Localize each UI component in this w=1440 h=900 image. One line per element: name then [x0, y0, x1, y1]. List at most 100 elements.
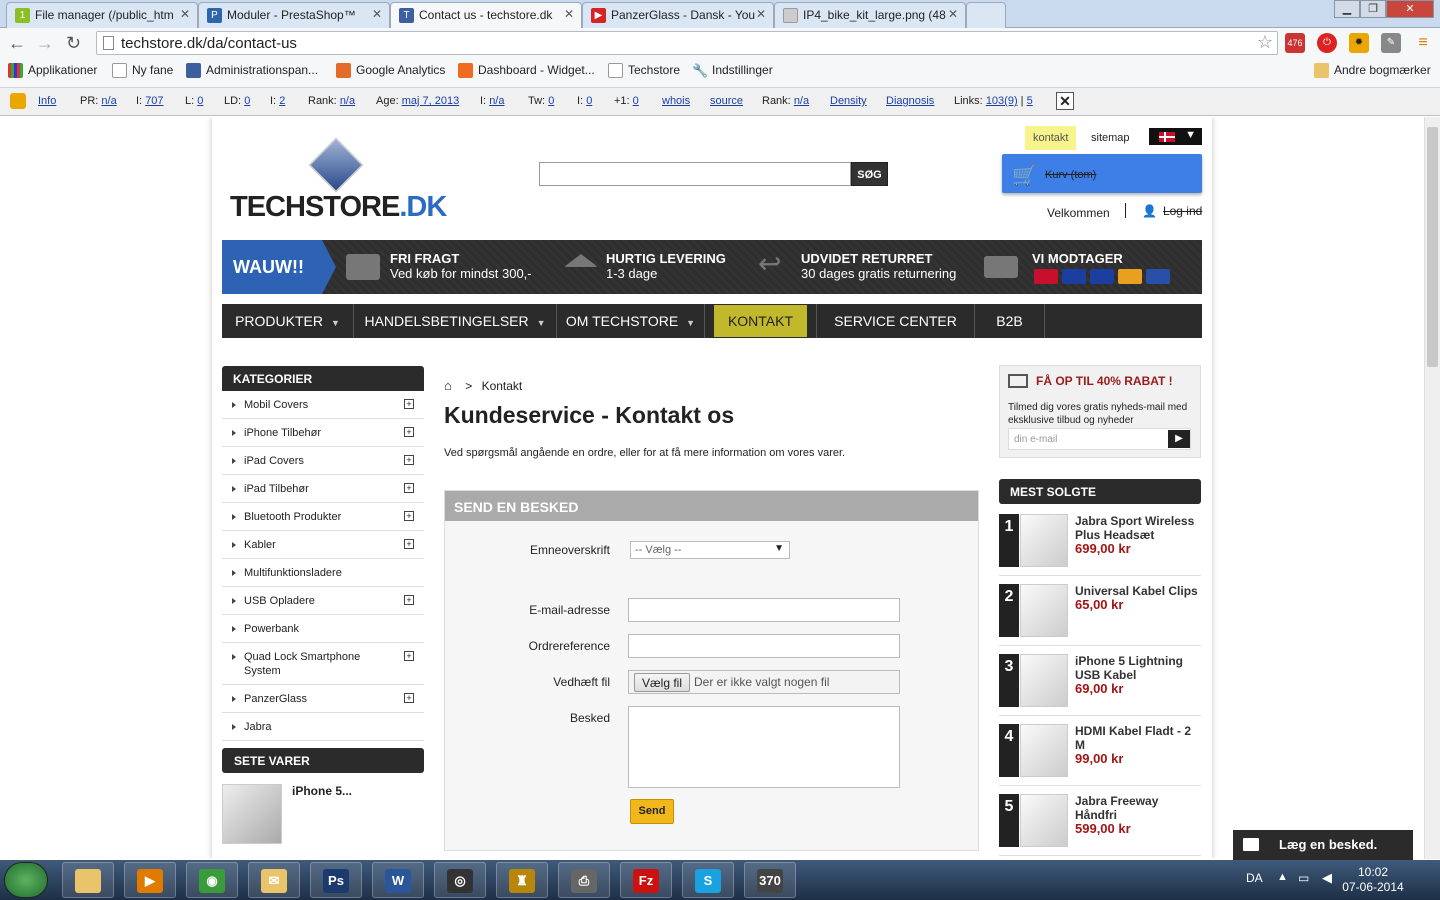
taskbar-app-Fz[interactable]: Fz: [620, 862, 672, 898]
product-name[interactable]: HDMI Kabel Fladt - 2 M 99,00 kr: [1075, 724, 1201, 766]
taskbar-app-S[interactable]: S: [682, 862, 734, 898]
product-image[interactable]: [1020, 794, 1068, 847]
expand-plus-icon[interactable]: +: [404, 427, 414, 437]
seo-i2-link[interactable]: 2: [279, 95, 285, 107]
file-input[interactable]: Vælg fil Der er ikke valgt nogen fil: [628, 670, 900, 694]
gmail-extension-icon[interactable]: 476: [1285, 33, 1305, 53]
close-tab-icon[interactable]: ✕: [180, 7, 190, 21]
cart-button[interactable]: 🛒 Kurv (tom): [1002, 154, 1202, 193]
category-item[interactable]: Bluetooth Produkter +: [222, 503, 424, 531]
minimize-icon[interactable]: ▁: [1334, 0, 1360, 18]
language-indicator[interactable]: DA: [1246, 871, 1263, 885]
bookmark-item[interactable]: Techstore: [608, 63, 680, 78]
taskbar-app-Ps[interactable]: Ps: [310, 862, 362, 898]
subject-select[interactable]: -- Vælg -- ▼: [630, 541, 790, 559]
new-tab-button[interactable]: [966, 2, 1006, 28]
product-name[interactable]: Jabra Freeway Håndfri 599,00 kr: [1075, 794, 1201, 836]
seo-source-link[interactable]: source: [710, 95, 743, 107]
product-image[interactable]: [1020, 724, 1068, 777]
expand-plus-icon[interactable]: +: [404, 399, 414, 409]
bookmark-item[interactable]: 🔧 Indstillinger: [692, 63, 773, 78]
power-extension-icon[interactable]: ⏻: [1317, 33, 1337, 53]
bestseller-item[interactable]: 4 HDMI Kabel Fladt - 2 M 99,00 kr: [999, 724, 1201, 786]
seo-fb-link[interactable]: 0: [586, 95, 592, 107]
taskbar-app-fax[interactable]: ⎙: [558, 862, 610, 898]
close-tab-icon[interactable]: ✕: [948, 7, 958, 21]
home-icon[interactable]: ⌂: [444, 378, 452, 393]
expand-plus-icon[interactable]: +: [404, 651, 414, 661]
send-button[interactable]: Send: [630, 799, 674, 824]
back-icon[interactable]: ←: [8, 33, 26, 53]
product-name[interactable]: Universal Kabel Clips 65,00 kr: [1075, 584, 1201, 612]
seo-l-link[interactable]: 0: [197, 95, 203, 107]
bestseller-item[interactable]: 5 Jabra Freeway Håndfri 599,00 kr: [999, 794, 1201, 856]
taskbar-app-370[interactable]: 370: [744, 862, 796, 898]
category-item[interactable]: PanzerGlass +: [222, 685, 424, 713]
close-tab-icon[interactable]: ✕: [564, 7, 574, 21]
contact-link[interactable]: kontakt: [1025, 126, 1077, 150]
close-tab-icon[interactable]: ✕: [756, 7, 766, 21]
expand-plus-icon[interactable]: +: [404, 539, 414, 549]
seo-i3-link[interactable]: n/a: [489, 95, 504, 107]
browser-tab[interactable]: ▶ PanzerGlass - Dansk - You ✕: [582, 2, 774, 28]
search-input[interactable]: [539, 162, 851, 186]
expand-plus-icon[interactable]: +: [404, 595, 414, 605]
bookmark-star-icon[interactable]: ☆: [1257, 32, 1273, 53]
bestseller-item[interactable]: 2 Universal Kabel Clips 65,00 kr: [999, 584, 1201, 646]
taskbar-app-chrome[interactable]: ◉: [186, 862, 238, 898]
category-item[interactable]: Mobil Covers +: [222, 391, 424, 419]
seo-gear-icon[interactable]: [10, 93, 26, 109]
bookmark-item[interactable]: Google Analytics: [336, 63, 445, 78]
category-item[interactable]: iPhone Tilbehør +: [222, 419, 424, 447]
expand-plus-icon[interactable]: +: [404, 511, 414, 521]
seen-product-image[interactable]: [222, 784, 282, 844]
expand-plus-icon[interactable]: +: [404, 455, 414, 465]
maximize-icon[interactable]: ❐: [1360, 0, 1386, 18]
scrollbar-thumb[interactable]: [1427, 127, 1438, 367]
login-link[interactable]: 👤 Log ind: [1142, 204, 1202, 218]
browser-tab-active[interactable]: T Contact us - techstore.dk ✕: [390, 2, 582, 28]
choose-file-button[interactable]: Vælg fil: [634, 673, 691, 692]
nav-service-center[interactable]: SERVICE CENTER: [817, 304, 975, 338]
category-item[interactable]: Multifunktionsladere: [222, 559, 424, 587]
bookmark-item[interactable]: Administrationspan...: [186, 63, 318, 78]
menu-icon[interactable]: ≡: [1413, 33, 1433, 53]
nav-about[interactable]: OM TECHSTORE ▼: [557, 304, 705, 338]
nav-products[interactable]: PRODUKTER ▼: [222, 304, 354, 338]
seo-rank2-link[interactable]: n/a: [794, 95, 809, 107]
seo-plus-link[interactable]: 0: [633, 95, 639, 107]
category-item[interactable]: USB Opladere +: [222, 587, 424, 615]
seen-product-title[interactable]: iPhone 5...: [292, 784, 352, 798]
forward-icon[interactable]: →: [36, 33, 54, 53]
gear-extension-icon[interactable]: ✹: [1349, 33, 1369, 53]
category-item[interactable]: Kabler +: [222, 531, 424, 559]
start-button[interactable]: [4, 862, 48, 898]
nav-b2b[interactable]: B2B: [975, 304, 1045, 338]
seo-ld-link[interactable]: 0: [244, 95, 250, 107]
seo-rank-link[interactable]: n/a: [340, 95, 355, 107]
taskbar-app-steam[interactable]: ◎: [434, 862, 486, 898]
product-image[interactable]: [1020, 584, 1068, 637]
product-image[interactable]: [1020, 654, 1068, 707]
order-reference-field[interactable]: [628, 634, 900, 658]
taskbar-app-mail[interactable]: ✉: [248, 862, 300, 898]
other-bookmarks[interactable]: Andre bogmærker: [1314, 63, 1431, 78]
seo-whois-link[interactable]: whois: [662, 95, 690, 107]
expand-plus-icon[interactable]: +: [404, 693, 414, 703]
seo-info-link[interactable]: Info: [38, 95, 56, 107]
browser-tab[interactable]: IP4_bike_kit_large.png (48 ✕: [774, 2, 966, 28]
category-item[interactable]: Powerbank: [222, 615, 424, 643]
seo-density-link[interactable]: Density: [830, 95, 867, 107]
chat-widget[interactable]: Læg en besked.: [1233, 830, 1413, 860]
search-button[interactable]: SØG: [851, 162, 888, 186]
category-item[interactable]: Jabra: [222, 713, 424, 741]
language-selector[interactable]: ▼: [1149, 128, 1202, 145]
taskbar-app-W[interactable]: W: [372, 862, 424, 898]
seo-diagnosis-link[interactable]: Diagnosis: [886, 95, 934, 107]
message-textarea[interactable]: [628, 706, 900, 788]
taskbar-app-game[interactable]: ♜: [496, 862, 548, 898]
bestseller-item[interactable]: 1 Jabra Sport Wireless Plus Headsæt 699,00…: [999, 514, 1201, 576]
product-name[interactable]: Jabra Sport Wireless Plus Headsæt 699,00 …: [1075, 514, 1201, 556]
seo-pr-link[interactable]: n/a: [101, 95, 116, 107]
nav-contact[interactable]: KONTAKT: [705, 304, 817, 338]
